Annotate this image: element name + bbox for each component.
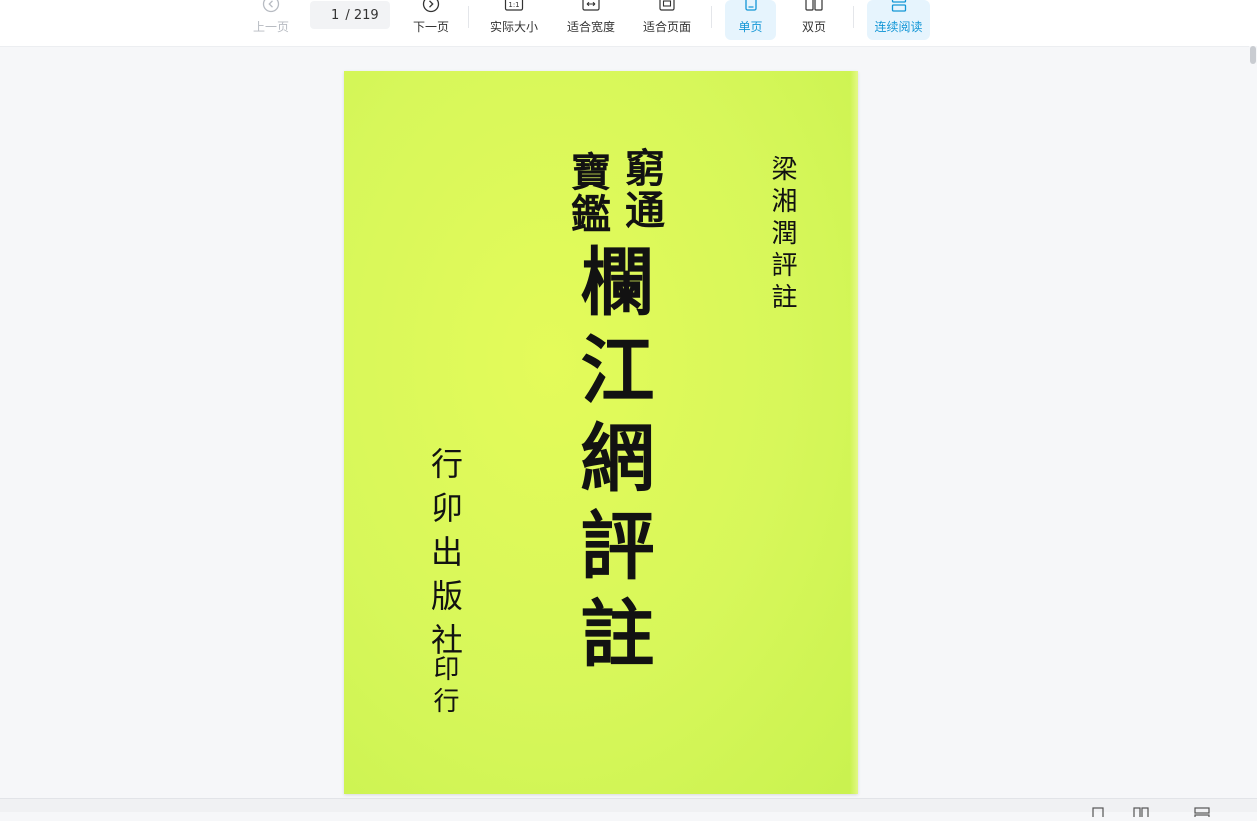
chevron-left-circle-icon [261,0,281,16]
cover-author: 梁湘潤評註 [767,155,797,315]
prev-page-label: 上一页 [252,20,289,34]
status-bar [0,798,1257,821]
actual-size-label: 实际大小 [489,20,538,34]
single-page-icon[interactable] [1091,802,1105,821]
toolbar-divider [711,6,712,28]
fit-width-button[interactable]: 适合宽度 [562,0,620,40]
document-page: 窮通 寶鑑 欄江網評註 梁湘潤評註 行卯出版社 印行 [344,71,858,794]
continuous-read-icon [889,0,909,16]
fit-page-label: 适合页面 [642,20,691,34]
fit-page-button[interactable]: 适合页面 [638,0,696,40]
single-page-label: 单页 [738,20,763,34]
cover-main-title: 欄江網評註 [568,243,654,683]
fit-page-icon [657,0,677,16]
toolbar-divider [468,6,469,28]
continuous-read-label: 连续阅读 [874,20,923,34]
page-total: / 219 [345,7,379,23]
double-page-button[interactable]: 双页 [790,0,838,40]
continuous-read-button[interactable]: 连续阅读 [867,0,930,40]
page-edge [850,71,858,794]
actual-size-icon: 1:1 [504,0,524,16]
toolbar-divider [853,6,854,28]
page-number-input[interactable] [321,7,340,23]
double-page-icon [804,0,824,16]
cover-publisher-suffix: 印行 [429,655,459,719]
single-page-button[interactable]: 单页 [725,0,776,40]
fit-width-label: 适合宽度 [566,20,615,34]
vertical-scrollbar[interactable] [1249,46,1257,798]
chevron-right-circle-icon [421,0,441,16]
fit-width-icon [581,0,601,16]
single-page-icon [741,0,761,16]
next-page-label: 下一页 [412,20,449,34]
cover-subtitle-left: 寶鑑 [564,151,611,235]
actual-size-icon-text: 1:1 [508,1,519,9]
next-page-button[interactable]: 下一页 [408,0,454,40]
continuous-read-icon[interactable] [1194,802,1210,821]
double-page-label: 双页 [801,20,826,34]
double-page-icon[interactable] [1133,802,1149,821]
viewer-toolbar: 上一页 / 219 下一页 1:1 实际大小 适合宽度 适合页面 单页 [0,0,1257,47]
cover-publisher: 行卯出版社 [426,447,464,667]
page-indicator: / 219 [310,1,390,29]
scrollbar-thumb[interactable] [1250,46,1256,64]
prev-page-button[interactable]: 上一页 [248,0,294,40]
cover-subtitle-right: 窮通 [618,147,665,231]
actual-size-button[interactable]: 1:1 实际大小 [485,0,543,40]
